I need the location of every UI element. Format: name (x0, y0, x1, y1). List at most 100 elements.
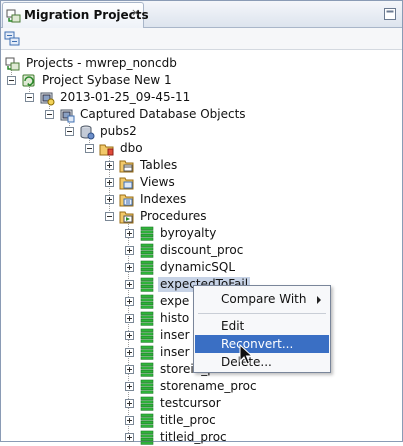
procedure-icon-stripe (140, 339, 154, 343)
tree-node-tables[interactable]: Tables (105, 157, 179, 174)
submenu-arrow-icon (317, 296, 321, 304)
collapse-all-icon[interactable] (4, 31, 21, 47)
procedure-icon-stripe (140, 318, 154, 322)
procedure-icon-stripe (140, 254, 154, 258)
indexes-folder-icon (119, 194, 134, 206)
project-tree: Projects - mwrep_noncdb Project Sybase N… (1, 51, 402, 445)
procedure-icon (140, 379, 154, 394)
procedures-folder-icon (119, 211, 134, 223)
procedure-icon-stripe (140, 331, 154, 335)
expand-icon[interactable] (125, 416, 134, 425)
procedure-icon-stripe (140, 280, 154, 284)
procedure-row[interactable]: inser (125, 344, 192, 361)
menu-item-reconvert[interactable]: Reconvert... (195, 335, 329, 353)
procedure-label: dynamicSQL (160, 260, 236, 274)
expand-icon[interactable] (125, 263, 134, 272)
expand-icon[interactable] (105, 178, 114, 187)
procedure-row[interactable]: expe (125, 293, 191, 310)
procedure-icon (140, 328, 154, 343)
procedure-row[interactable]: discount_proc (125, 242, 245, 259)
procedure-row[interactable]: title_proc (125, 412, 218, 429)
procedure-icon-stripe (140, 294, 154, 298)
procedure-label: byroyalty (160, 226, 217, 240)
projects-root-icon (5, 57, 20, 70)
collapse-icon[interactable] (105, 212, 114, 221)
tree-node-procedures[interactable]: Procedures (105, 208, 209, 225)
procedure-icon-stripe (140, 416, 154, 420)
expand-icon[interactable] (125, 314, 134, 323)
procedure-icon (140, 362, 154, 377)
expand-icon[interactable] (105, 195, 114, 204)
expand-icon[interactable] (125, 297, 134, 306)
procedure-row[interactable]: histo (125, 310, 191, 327)
expand-icon[interactable] (125, 399, 134, 408)
procedure-label: testcursor (160, 396, 221, 410)
procedure-icon-stripe (140, 314, 154, 318)
title-bar: Migration Projects × (1, 1, 402, 28)
expand-icon[interactable] (125, 382, 134, 391)
procedure-icon (140, 260, 154, 275)
tree-node-snapshot[interactable]: 2013-01-25_09-45-11 (25, 89, 192, 106)
expand-icon[interactable] (125, 348, 134, 357)
tables-folder-icon (119, 160, 134, 172)
procedure-row[interactable]: storename_proc (125, 378, 259, 395)
procedure-icon-stripe (140, 433, 154, 437)
tree-node-database[interactable]: pubs2 (65, 123, 139, 140)
expand-icon[interactable] (125, 246, 134, 255)
procedure-icon (140, 311, 154, 326)
procedure-row[interactable]: testcursor (125, 395, 223, 412)
procedure-icon (140, 413, 154, 428)
procedure-icon-stripe (140, 311, 154, 315)
tree-node-indexes[interactable]: Indexes (105, 191, 188, 208)
expand-icon[interactable] (105, 161, 114, 170)
procedure-row[interactable]: titleid_proc (125, 429, 229, 446)
expand-icon[interactable] (125, 331, 134, 340)
procedure-icon-stripe (140, 243, 154, 247)
procedure-icon-stripe (140, 413, 154, 417)
menu-label-edit: Edit (221, 319, 245, 333)
collapse-icon[interactable] (45, 110, 54, 119)
procedure-icon-stripe (140, 260, 154, 264)
menu-item-delete[interactable]: Delete... (195, 353, 329, 371)
procedure-icon-stripe (140, 379, 154, 383)
migration-projects-icon (6, 9, 21, 23)
tree-node-captured[interactable]: Captured Database Objects (45, 106, 248, 123)
tree-node-views[interactable]: Views (105, 174, 177, 191)
procedure-row[interactable]: byroyalty (125, 225, 218, 242)
procedure-icon-stripe (140, 386, 154, 390)
menu-label-compare-with: Compare With (221, 292, 307, 306)
tree-label-tables: Tables (140, 158, 178, 172)
tree-node-schema[interactable]: dbo (85, 140, 145, 157)
procedure-icon (140, 277, 154, 292)
expand-icon[interactable] (125, 229, 134, 238)
procedure-icon-stripe (140, 399, 154, 403)
menu-item-compare-with[interactable]: Compare With (195, 290, 329, 308)
procedure-icon-stripe (140, 263, 154, 267)
procedure-row[interactable]: dynamicSQL (125, 259, 237, 276)
procedure-row[interactable]: inser (125, 327, 192, 344)
migration-projects-window: Migration Projects × Projects - mwrep_no… (0, 0, 403, 445)
project-icon (22, 74, 35, 86)
tree-node-project[interactable]: Project Sybase New 1 (7, 72, 174, 89)
procedure-icon-stripe (140, 352, 154, 356)
tree-node-root[interactable]: Projects - mwrep_noncdb (5, 55, 179, 72)
expand-icon[interactable] (125, 365, 134, 374)
procedure-icon-stripe (140, 328, 154, 332)
toolbar (1, 28, 402, 50)
tree-label-project: Project Sybase New 1 (42, 73, 172, 87)
procedure-icon-stripe (140, 250, 154, 254)
procedure-label: storename_proc (160, 379, 257, 393)
procedure-icon-stripe (140, 437, 154, 441)
collapse-icon[interactable] (25, 93, 34, 102)
tab-migration-projects[interactable]: Migration Projects × (2, 2, 149, 28)
procedure-label: inser (160, 345, 190, 359)
collapse-icon[interactable] (7, 76, 16, 85)
menu-item-edit[interactable]: Edit (195, 317, 329, 335)
expand-icon[interactable] (125, 280, 134, 289)
restore-icon[interactable] (384, 8, 396, 20)
close-icon[interactable]: × (131, 6, 140, 19)
collapse-icon[interactable] (65, 127, 74, 136)
collapse-icon[interactable] (85, 144, 94, 153)
expand-icon[interactable] (125, 433, 134, 442)
procedure-icon-stripe (140, 424, 154, 428)
